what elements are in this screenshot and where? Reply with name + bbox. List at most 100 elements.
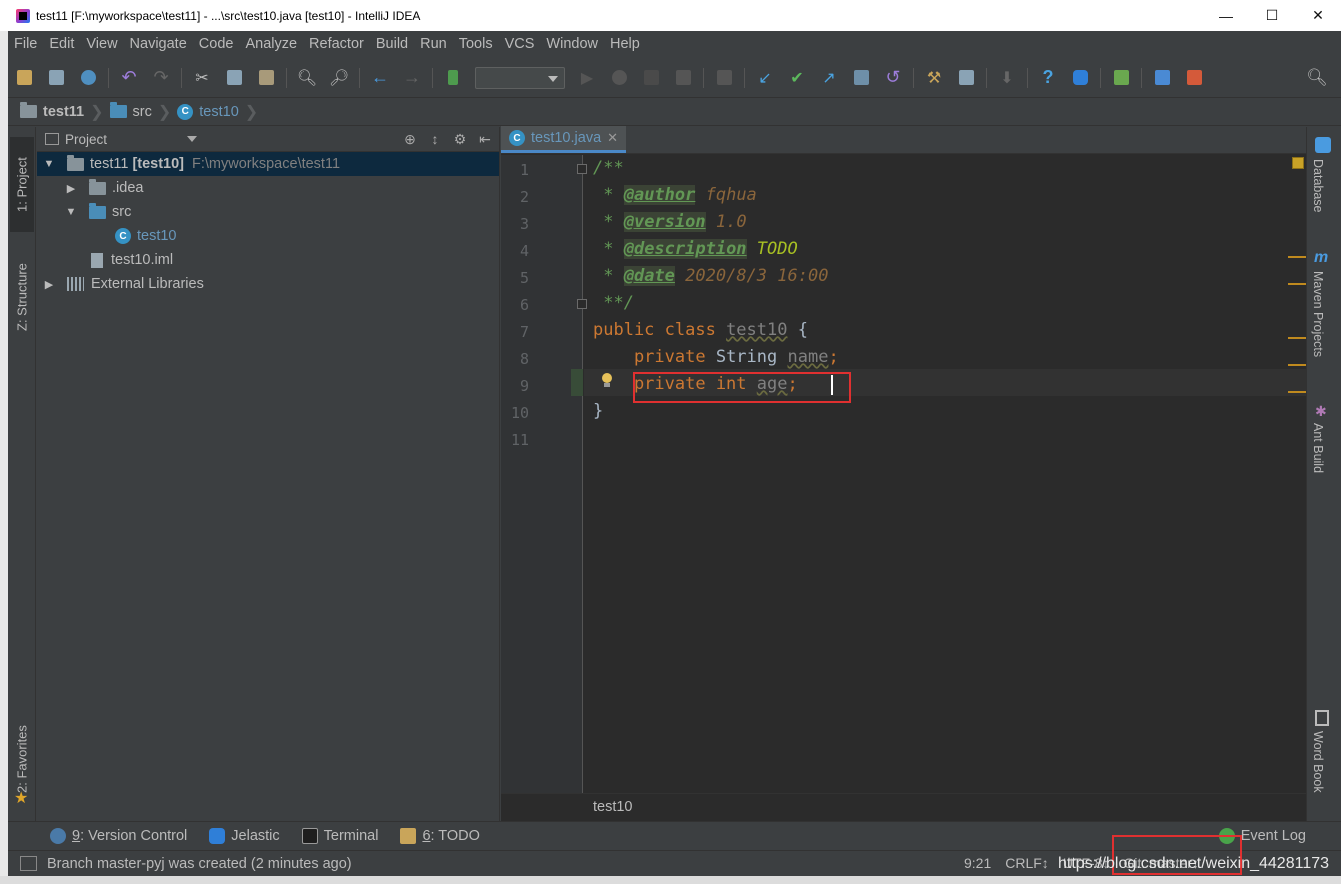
forward-icon[interactable]: → [401,67,423,89]
settings-icon[interactable]: ⚒ [923,67,945,89]
menu-help[interactable]: Help [604,36,646,52]
project-structure-icon[interactable] [955,67,977,89]
sync-icon[interactable] [77,67,99,89]
warning-indicator-icon[interactable] [1292,157,1304,169]
editor-footer-label[interactable]: test10 [593,799,633,815]
back-icon[interactable]: ← [369,67,391,89]
menu-file[interactable]: File [8,36,43,52]
replace-icon[interactable]: 🔎︎ [328,67,350,89]
chevron-right-icon: ❯ [90,103,104,121]
gear-icon[interactable]: ⚙ [452,131,468,147]
tree-item-libraries[interactable]: ▶ External Libraries [37,272,499,296]
breadcrumb-src[interactable]: src ❯ [109,102,171,122]
code-line-2: * @author fqhua [593,182,757,209]
tree-item-class[interactable]: C test10 [37,224,499,248]
expanded-arrow-icon[interactable]: ▼ [43,158,55,170]
redo-icon[interactable]: ↷ [150,67,172,89]
find-icon[interactable]: 🔍︎ [296,67,318,89]
maximize-button[interactable]: ☐ [1249,0,1295,31]
tree-item-idea[interactable]: ▶ .idea [37,176,499,200]
build-icon[interactable] [442,67,464,89]
jelastic-icon[interactable] [1069,67,1091,89]
stop-icon[interactable] [672,67,694,89]
menu-view[interactable]: View [80,36,123,52]
search-everywhere-icon[interactable]: 🔍︎ [1306,67,1328,89]
vcs-commit-icon[interactable]: ✔ [786,67,808,89]
hide-icon[interactable]: ⇤ [477,131,493,147]
scrollbar-mark[interactable] [1288,391,1306,393]
menu-tools[interactable]: Tools [453,36,499,52]
line-separator[interactable]: CRLF↕ [1005,855,1049,871]
comment: * [593,185,624,205]
menu-edit[interactable]: Edit [43,36,80,52]
caret-position[interactable]: 9:21 [964,855,991,871]
chevron-down-icon[interactable] [187,136,198,142]
menu-vcs[interactable]: VCS [499,36,541,52]
tab-project[interactable]: 1: Project [10,137,34,232]
tree-item-src[interactable]: ▼ src [37,200,499,224]
scrollbar-mark[interactable] [1288,256,1306,258]
minimize-button[interactable]: — [1203,0,1249,31]
run-configuration-select[interactable] [475,66,565,89]
plugin-icon[interactable] [1110,67,1132,89]
debug-icon[interactable] [608,67,630,89]
vcs-revert-icon[interactable]: ↺ [882,67,904,89]
tab-test10-java[interactable]: C test10.java ✕ [501,126,627,153]
translate-replace-icon[interactable] [1183,67,1205,89]
menu-refactor[interactable]: Refactor [303,36,370,52]
code-area[interactable]: /** * @author fqhua * @version 1.0 * @de… [593,155,839,421]
attach-icon[interactable] [713,67,735,89]
toolbar-separator [703,67,704,88]
menu-build[interactable]: Build [370,36,414,52]
save-icon[interactable] [45,67,67,89]
scrollbar-mark[interactable] [1288,283,1306,285]
fold-marker-icon[interactable] [577,164,587,174]
vcs-history-icon[interactable] [850,67,872,89]
paste-icon[interactable] [255,67,277,89]
collapsed-arrow-icon[interactable]: ▶ [43,278,55,291]
tab-database[interactable]: Database [1311,159,1325,213]
tool-jelastic[interactable]: Jelastic [209,828,280,844]
menu-window[interactable]: Window [540,36,604,52]
open-folder-icon[interactable] [13,67,35,89]
menu-run[interactable]: Run [414,36,453,52]
tab-maven[interactable]: Maven Projects [1311,271,1325,357]
tab-ant-build[interactable]: Ant Build [1311,423,1325,473]
class-name: test10 [726,320,788,340]
menu-analyze[interactable]: Analyze [239,36,303,52]
tool-terminal[interactable]: Terminal [301,828,378,844]
vcs-update-icon[interactable]: ↙ [754,67,776,89]
tab-structure[interactable]: Z: Structure [10,247,34,347]
breadcrumb-project[interactable]: test11 ❯ [20,102,104,122]
tool-todo[interactable]: 6: TODO [400,828,480,844]
collapsed-arrow-icon[interactable]: ▶ [65,182,77,195]
fold-marker-icon[interactable] [577,299,587,309]
copy-icon[interactable] [223,67,245,89]
tree-root[interactable]: ▼ test11 [test10] F:\myworkspace\test11 [37,152,499,176]
status-message[interactable]: Branch master-pyj was created (2 minutes… [47,856,352,872]
toggle-tool-windows-icon[interactable] [20,856,37,871]
translate-icon[interactable] [1151,67,1173,89]
close-button[interactable]: ✕ [1295,0,1341,31]
menu-code[interactable]: Code [193,36,240,52]
expanded-arrow-icon[interactable]: ▼ [65,206,77,218]
help-icon[interactable]: ? [1037,67,1059,89]
coverage-icon[interactable] [640,67,662,89]
collapse-icon[interactable]: ↕ [427,131,443,147]
undo-icon[interactable]: ↶ [118,67,140,89]
menu-navigate[interactable]: Navigate [124,36,193,52]
run-icon[interactable]: ▶ [576,67,598,89]
project-panel-title[interactable]: Project [65,132,107,147]
scrollbar-mark[interactable] [1288,337,1306,339]
tool-version-control[interactable]: 9: Version Control [50,828,187,844]
tab-label: test10.java [531,130,602,146]
cut-icon[interactable]: ✂ [191,67,213,89]
scrollbar-mark[interactable] [1288,364,1306,366]
close-tab-icon[interactable]: ✕ [607,130,618,146]
locate-icon[interactable]: ⊕ [402,131,418,147]
download-icon[interactable]: ⬇ [996,67,1018,89]
tab-word-book[interactable]: Word Book [1311,731,1325,793]
tree-item-iml[interactable]: test10.iml [37,248,499,272]
vcs-push-icon[interactable]: ↗ [818,67,840,89]
breadcrumb-file[interactable]: C test10 ❯ [177,102,258,122]
